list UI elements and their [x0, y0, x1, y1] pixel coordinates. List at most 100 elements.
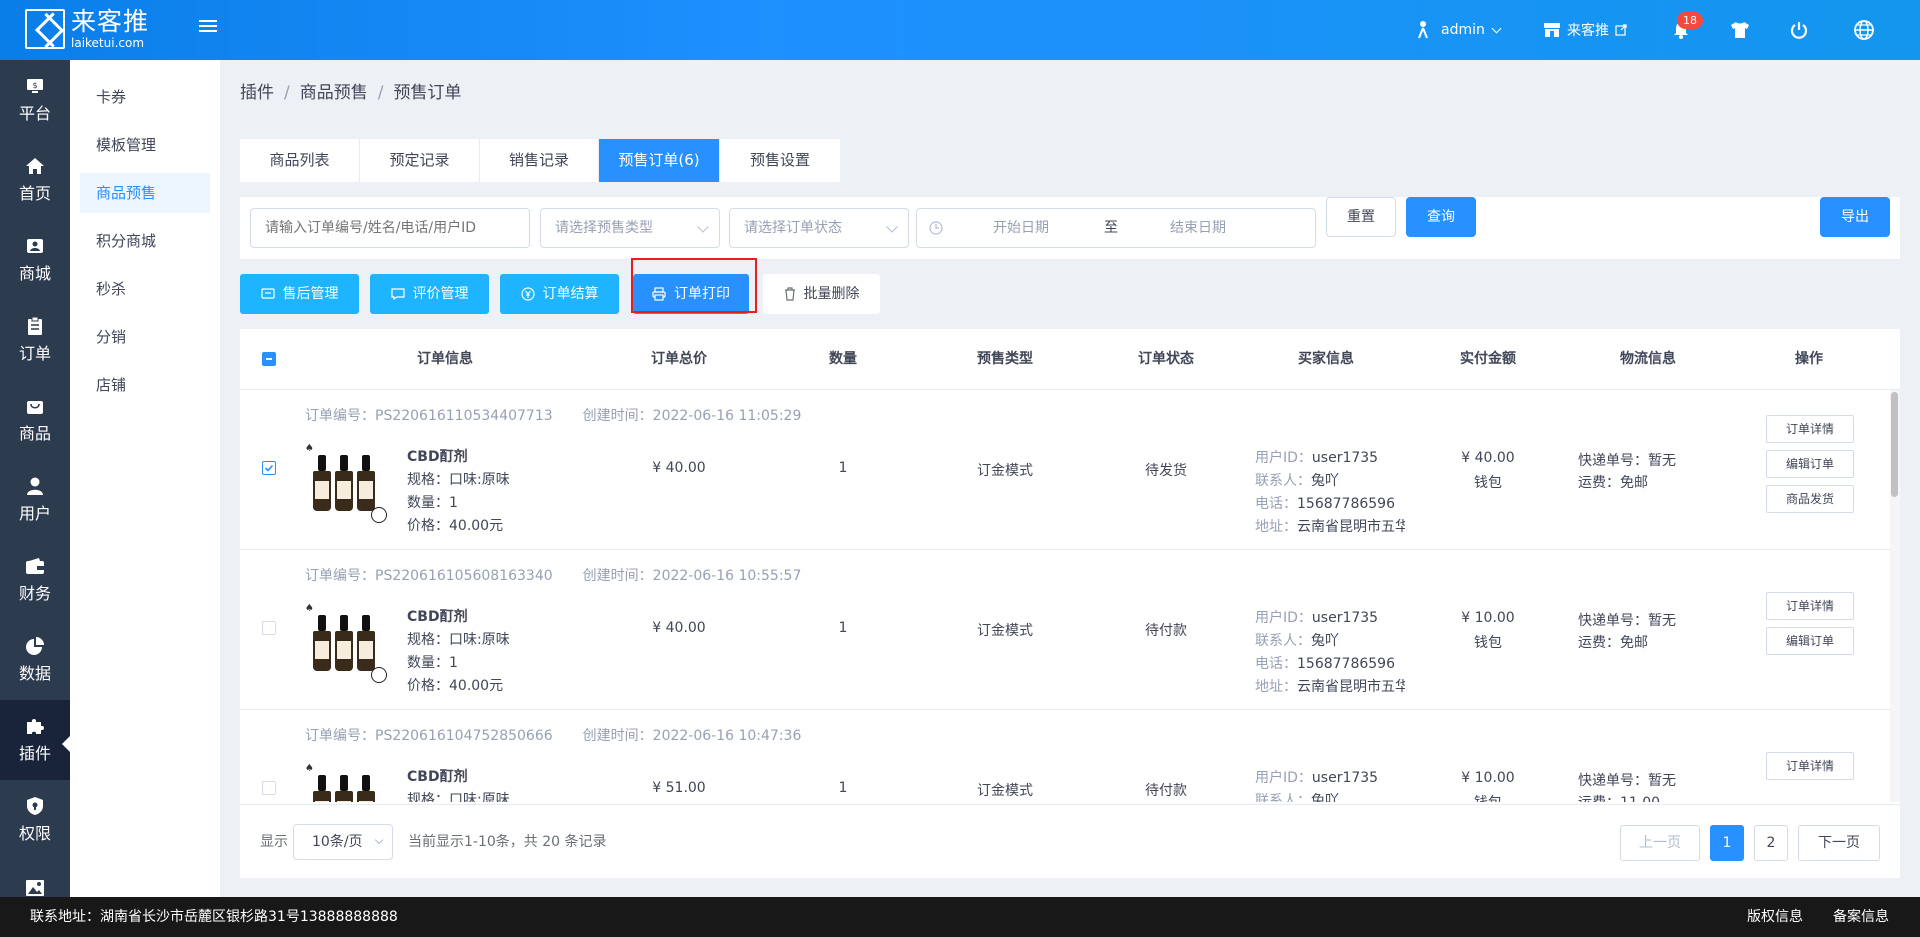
product-name: CBD酊剂 — [407, 609, 468, 625]
chat-box-icon — [260, 288, 275, 299]
paid-amount: ¥ 10.00 — [1461, 770, 1515, 786]
theme-button[interactable] — [1729, 0, 1751, 60]
tab-sales-records[interactable]: 销售记录 — [480, 139, 599, 182]
buyer-contact-label: 联系人： — [1255, 793, 1311, 802]
sidebar-item-mall[interactable]: 商城 — [0, 220, 70, 300]
start-date-input[interactable]: 开始日期 — [993, 209, 1049, 247]
subnav-item-templates[interactable]: 模板管理 — [80, 125, 210, 165]
order-settlement-button[interactable]: 订单结算 — [500, 274, 619, 314]
order-detail-button[interactable]: 订单详情 — [1766, 415, 1854, 443]
filter-bar: 请选择预售类型 请选择订单状态 开始日期 至 结束日期 重置 查询 导出 — [240, 197, 1900, 259]
subnav-item-distribution[interactable]: 分销 — [80, 317, 210, 357]
product-name: CBD酊剂 — [407, 449, 468, 465]
subnav-item-points-mall[interactable]: 积分商城 — [80, 221, 210, 261]
after-sales-button[interactable]: 售后管理 — [240, 274, 359, 314]
table-row: 订单编号：PS220616110534407713 创建时间：2022-06-16… — [240, 390, 1890, 550]
buyer-phone: 电话：15687786596 — [1255, 653, 1405, 673]
query-button[interactable]: 查询 — [1406, 197, 1476, 237]
sidebar-item-label: 财务 — [18, 584, 51, 603]
edit-order-button[interactable]: 编辑订单 — [1766, 627, 1854, 655]
table-scrollbar[interactable] — [1890, 390, 1900, 802]
tab-presale-orders[interactable]: 预售订单(6) — [599, 139, 720, 182]
subnav-item-flash-sale[interactable]: 秒杀 — [80, 269, 210, 309]
breadcrumb: 插件 / 商品预售 / 预售订单 — [240, 83, 462, 103]
sidebar-item-plugins[interactable]: 插件 — [0, 700, 70, 780]
user-name: admin — [1441, 22, 1485, 38]
buyer-user-id: 用户ID：user1735 — [1255, 447, 1405, 467]
date-range-picker[interactable]: 开始日期 至 结束日期 — [916, 208, 1316, 248]
order-status-select[interactable]: 请选择订单状态 — [729, 208, 909, 248]
table-row: 订单编号：PS220616104752850666 创建时间：2022-06-16… — [240, 710, 1890, 802]
logo[interactable]: 来客推 laiketui.com — [25, 8, 149, 50]
sidebar-item-label: 首页 — [18, 184, 51, 203]
buyer-address-label: 地址： — [1255, 679, 1297, 695]
language-button[interactable] — [1853, 0, 1875, 60]
logo-icon — [25, 9, 65, 49]
review-management-button[interactable]: 评价管理 — [370, 274, 489, 314]
subnav-item-stores[interactable]: 店铺 — [80, 365, 210, 405]
copyright-link[interactable]: 版权信息 — [1747, 897, 1803, 937]
search-input[interactable] — [250, 208, 530, 248]
buyer-contact-value: 兔吖 — [1311, 633, 1339, 649]
buyer-contact: 联系人：兔吖 — [1255, 470, 1405, 490]
presale-type-select[interactable]: 请选择预售类型 — [540, 208, 720, 248]
row-checkbox[interactable] — [262, 621, 276, 635]
chevron-down-icon — [374, 835, 384, 845]
sidebar-item-finance[interactable]: 财务 — [0, 540, 70, 620]
tab-product-list[interactable]: 商品列表 — [240, 139, 360, 182]
order-qty: 1 — [838, 460, 848, 476]
subnav-item-presale[interactable]: 商品预售 — [80, 173, 210, 213]
page-button[interactable]: 2 — [1754, 825, 1788, 861]
export-button[interactable]: 导出 — [1820, 197, 1890, 237]
order-number: 订单编号：PS220616104752850666 — [305, 728, 553, 744]
breadcrumb-item[interactable]: 插件 — [240, 83, 274, 103]
logout-button[interactable] — [1789, 0, 1809, 60]
next-page-button[interactable]: 下一页 — [1798, 825, 1880, 861]
presale-type-placeholder: 请选择预售类型 — [555, 220, 653, 236]
breadcrumb-item[interactable]: 商品预售 — [300, 83, 368, 103]
sidebar-item-permissions[interactable]: 权限 — [0, 780, 70, 860]
sidebar-item-label: 平台 — [18, 104, 51, 123]
edit-order-button[interactable]: 编辑订单 — [1766, 450, 1854, 478]
menu-toggle-icon[interactable] — [199, 17, 219, 37]
product-price: 价格：40.00元 — [407, 678, 504, 694]
order-detail-button[interactable]: 订单详情 — [1766, 592, 1854, 620]
page-size-select[interactable]: 10条/页 — [293, 824, 393, 860]
tracking-number: 快递单号：暂无 — [1578, 453, 1676, 469]
end-date-input[interactable]: 结束日期 — [1170, 209, 1226, 247]
yen-coin-icon — [520, 287, 535, 301]
pay-method: 钱包 — [1474, 475, 1502, 491]
buyer-user-id-label: 用户ID： — [1255, 450, 1312, 466]
sidebar-item-data[interactable]: 数据 — [0, 620, 70, 700]
select-all-checkbox[interactable] — [262, 352, 276, 366]
table-row: 订单编号：PS220616105608163340 创建时间：2022-06-16… — [240, 550, 1890, 710]
notification-button[interactable] — [1672, 0, 1690, 60]
order-meta: 订单编号：PS220616105608163340 创建时间：2022-06-16… — [305, 565, 831, 585]
order-detail-button[interactable]: 订单详情 — [1766, 752, 1854, 780]
sidebar-item-products[interactable]: 商品 — [0, 380, 70, 460]
sidebar-item-label: 商城 — [18, 264, 51, 283]
sidebar-item-platform[interactable]: $ 平台 — [0, 60, 70, 140]
freight: 运费：免邮 — [1578, 475, 1648, 491]
shield-icon — [25, 796, 45, 816]
ship-goods-button[interactable]: 商品发货 — [1766, 485, 1854, 513]
user-menu[interactable]: admin — [1415, 0, 1502, 60]
icp-link[interactable]: 备案信息 — [1833, 897, 1889, 937]
sidebar-item-users[interactable]: 用户 — [0, 460, 70, 540]
notification-badge: 18 — [1677, 12, 1703, 29]
row-checkbox[interactable] — [262, 461, 276, 475]
reset-button[interactable]: 重置 — [1326, 197, 1396, 237]
batch-delete-button[interactable]: 批量删除 — [763, 274, 880, 314]
prev-page-button[interactable]: 上一页 — [1620, 825, 1700, 861]
row-checkbox[interactable] — [262, 781, 276, 795]
tab-presale-settings[interactable]: 预售设置 — [720, 139, 840, 182]
scrollbar-thumb[interactable] — [1891, 392, 1898, 497]
subnav-item-coupons[interactable]: 卡券 — [80, 77, 210, 117]
sidebar-item-orders[interactable]: 订单 — [0, 300, 70, 380]
puzzle-icon — [25, 716, 45, 736]
page-button[interactable]: 1 — [1710, 825, 1744, 861]
tab-reservation-records[interactable]: 预定记录 — [360, 139, 480, 182]
sidebar-item-home[interactable]: 首页 — [0, 140, 70, 220]
presale-type: 订金模式 — [977, 623, 1033, 639]
store-link[interactable]: 来客推 — [1543, 0, 1627, 60]
